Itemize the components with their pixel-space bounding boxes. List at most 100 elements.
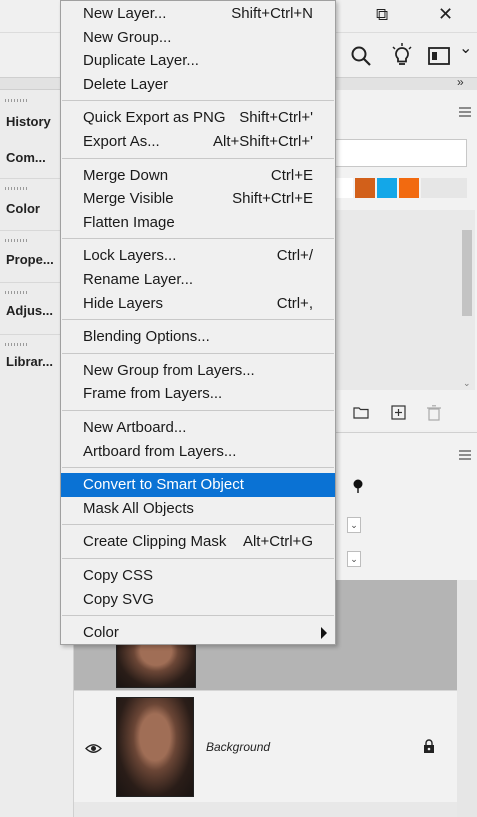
menu-item-label: Rename Layer... (83, 271, 194, 288)
menu-item-label: Color (83, 624, 119, 642)
workspace-icon[interactable] (428, 47, 450, 70)
menu-item[interactable]: Rename Layer... (61, 268, 335, 292)
dock-item-label: Adjus... (6, 303, 53, 318)
menu-separator (62, 157, 334, 159)
menu-item[interactable]: Copy CSS (61, 564, 335, 588)
submenu-arrow-icon (321, 627, 327, 640)
grip-icon (5, 291, 27, 294)
menu-item-label: New Layer... (83, 5, 167, 22)
menu-item-shortcut: Ctrl+/ (276, 247, 313, 265)
menu-item-label: Flatten Image (83, 213, 175, 231)
dock-item-adjustments[interactable]: Adjus... (0, 282, 60, 332)
menu-item-shortcut: Alt+Shift+Ctrl+' (213, 133, 313, 150)
menu-item[interactable]: Create Clipping Mask Alt+Ctrl+G (61, 530, 335, 554)
menu-item-label: Copy CSS (83, 567, 154, 584)
menu-item-label: Hide Layers (83, 294, 164, 312)
panel-menu-icon[interactable] (459, 104, 471, 122)
menu-item-label: Lock Layers... (83, 247, 177, 265)
menu-item-shortcut: Alt+Ctrl+G (242, 533, 313, 551)
menu-item-label: Blending Options... (83, 328, 210, 346)
collapse-panels-icon[interactable]: » (457, 75, 464, 89)
blend-mode-dropdown[interactable]: ⌄ (347, 517, 361, 533)
swatch[interactable] (355, 178, 375, 198)
menu-separator (62, 558, 334, 559)
menu-item[interactable]: New Layer... Shift+Ctrl+N (61, 2, 335, 26)
fill-dropdown[interactable]: ⌄ (347, 551, 361, 567)
dock-item-color[interactable]: Color (0, 178, 60, 228)
menu-item-shortcut: Shift+Ctrl+' (239, 109, 313, 127)
menu-item-shortcut: Shift+Ctrl+E (232, 190, 313, 208)
menu-item[interactable]: Lock Layers... Ctrl+/ (61, 244, 335, 268)
menu-item-label: Copy SVG (83, 590, 154, 608)
layers-footer (74, 802, 457, 817)
menu-item[interactable]: Convert to Smart Object (61, 473, 335, 498)
scroll-down-icon[interactable]: ⌄ (463, 378, 471, 389)
menu-item-label: Merge Down (83, 166, 169, 184)
layers-scrollbar[interactable] (457, 580, 477, 817)
filter-toggle-icon[interactable] (353, 479, 363, 498)
swatch[interactable] (333, 178, 353, 198)
menu-separator (62, 410, 334, 411)
eye-icon[interactable] (85, 741, 102, 759)
menu-item[interactable]: New Artboard... (61, 416, 335, 440)
menu-item-label: New Group from Layers... (83, 361, 255, 379)
dock-item-label: Com... (6, 150, 46, 165)
menu-separator (62, 615, 334, 617)
menu-item[interactable]: Blending Options... (61, 325, 335, 349)
lock-icon[interactable] (423, 739, 435, 758)
swatch-search-input[interactable] (333, 139, 467, 167)
menu-item[interactable]: Delete Layer (61, 73, 335, 97)
menu-item-label: Delete Layer (83, 75, 169, 93)
new-swatch-icon[interactable] (391, 405, 406, 425)
menu-item[interactable]: Artboard from Layers... (61, 440, 335, 464)
menu-item[interactable]: Flatten Image (61, 211, 335, 235)
layer-row[interactable]: Background (74, 690, 457, 802)
menu-item[interactable]: New Group... (61, 26, 335, 50)
layer-thumbnail (116, 697, 194, 797)
menu-item-label: New Group... (83, 28, 172, 46)
panel-menu-icon[interactable] (459, 447, 471, 465)
menu-item-shortcut: Shift+Ctrl+N (231, 5, 313, 22)
swatch[interactable] (377, 178, 397, 198)
menu-item[interactable]: Merge Down Ctrl+E (61, 164, 335, 188)
dock-item-comments[interactable]: Com... (0, 126, 60, 166)
menu-item[interactable]: Quick Export as PNG Shift+Ctrl+' (61, 106, 335, 130)
menu-item[interactable]: Hide Layers Ctrl+, (61, 292, 335, 316)
grip-icon (5, 99, 27, 102)
menu-item[interactable]: Frame from Layers... (61, 382, 335, 406)
grip-icon (5, 239, 27, 242)
menu-item-label: Duplicate Layer... (83, 52, 199, 70)
menu-item-label: Frame from Layers... (83, 385, 223, 403)
menu-item[interactable]: New Group from Layers... (61, 359, 335, 383)
menu-item[interactable]: Merge Visible Shift+Ctrl+E (61, 187, 335, 211)
menu-item-label: Quick Export as PNG (83, 109, 226, 127)
menu-item-label: Mask All Objects (83, 499, 194, 517)
chevron-down-icon[interactable]: ⌄ (459, 41, 472, 57)
layer-name[interactable]: Background (206, 740, 270, 754)
folder-icon[interactable] (353, 406, 369, 424)
lightbulb-icon[interactable] (390, 43, 414, 74)
swatch[interactable] (399, 178, 419, 198)
menu-item[interactable]: Mask All Objects (61, 497, 335, 521)
dock-item-properties[interactable]: Prope... (0, 230, 60, 280)
dock-item-label: Color (6, 201, 40, 216)
menu-item-shortcut: Ctrl+, (276, 294, 313, 312)
dock-item-label: Prope... (6, 252, 54, 267)
trash-icon[interactable] (427, 405, 441, 426)
restore-window-icon[interactable]: ⧉ (376, 6, 388, 23)
menu-item-label: Create Clipping Mask (83, 533, 227, 551)
search-icon[interactable] (350, 45, 372, 72)
menu-separator (62, 319, 334, 321)
menu-item[interactable]: Export As... Alt+Shift+Ctrl+' (61, 130, 335, 154)
dock-item-label: Librar... (6, 354, 53, 369)
menu-separator (62, 467, 334, 469)
dock-item-libraries[interactable]: Librar... (0, 334, 60, 384)
menu-item[interactable]: Copy SVG (61, 588, 335, 612)
menu-separator (62, 524, 334, 526)
menu-separator (62, 100, 334, 102)
menu-item[interactable]: Duplicate Layer... (61, 49, 335, 73)
menu-item[interactable]: Color (61, 621, 335, 645)
swatch-grid (333, 210, 459, 390)
close-window-icon[interactable]: ✕ (438, 5, 453, 23)
scrollbar-thumb[interactable] (462, 230, 472, 316)
